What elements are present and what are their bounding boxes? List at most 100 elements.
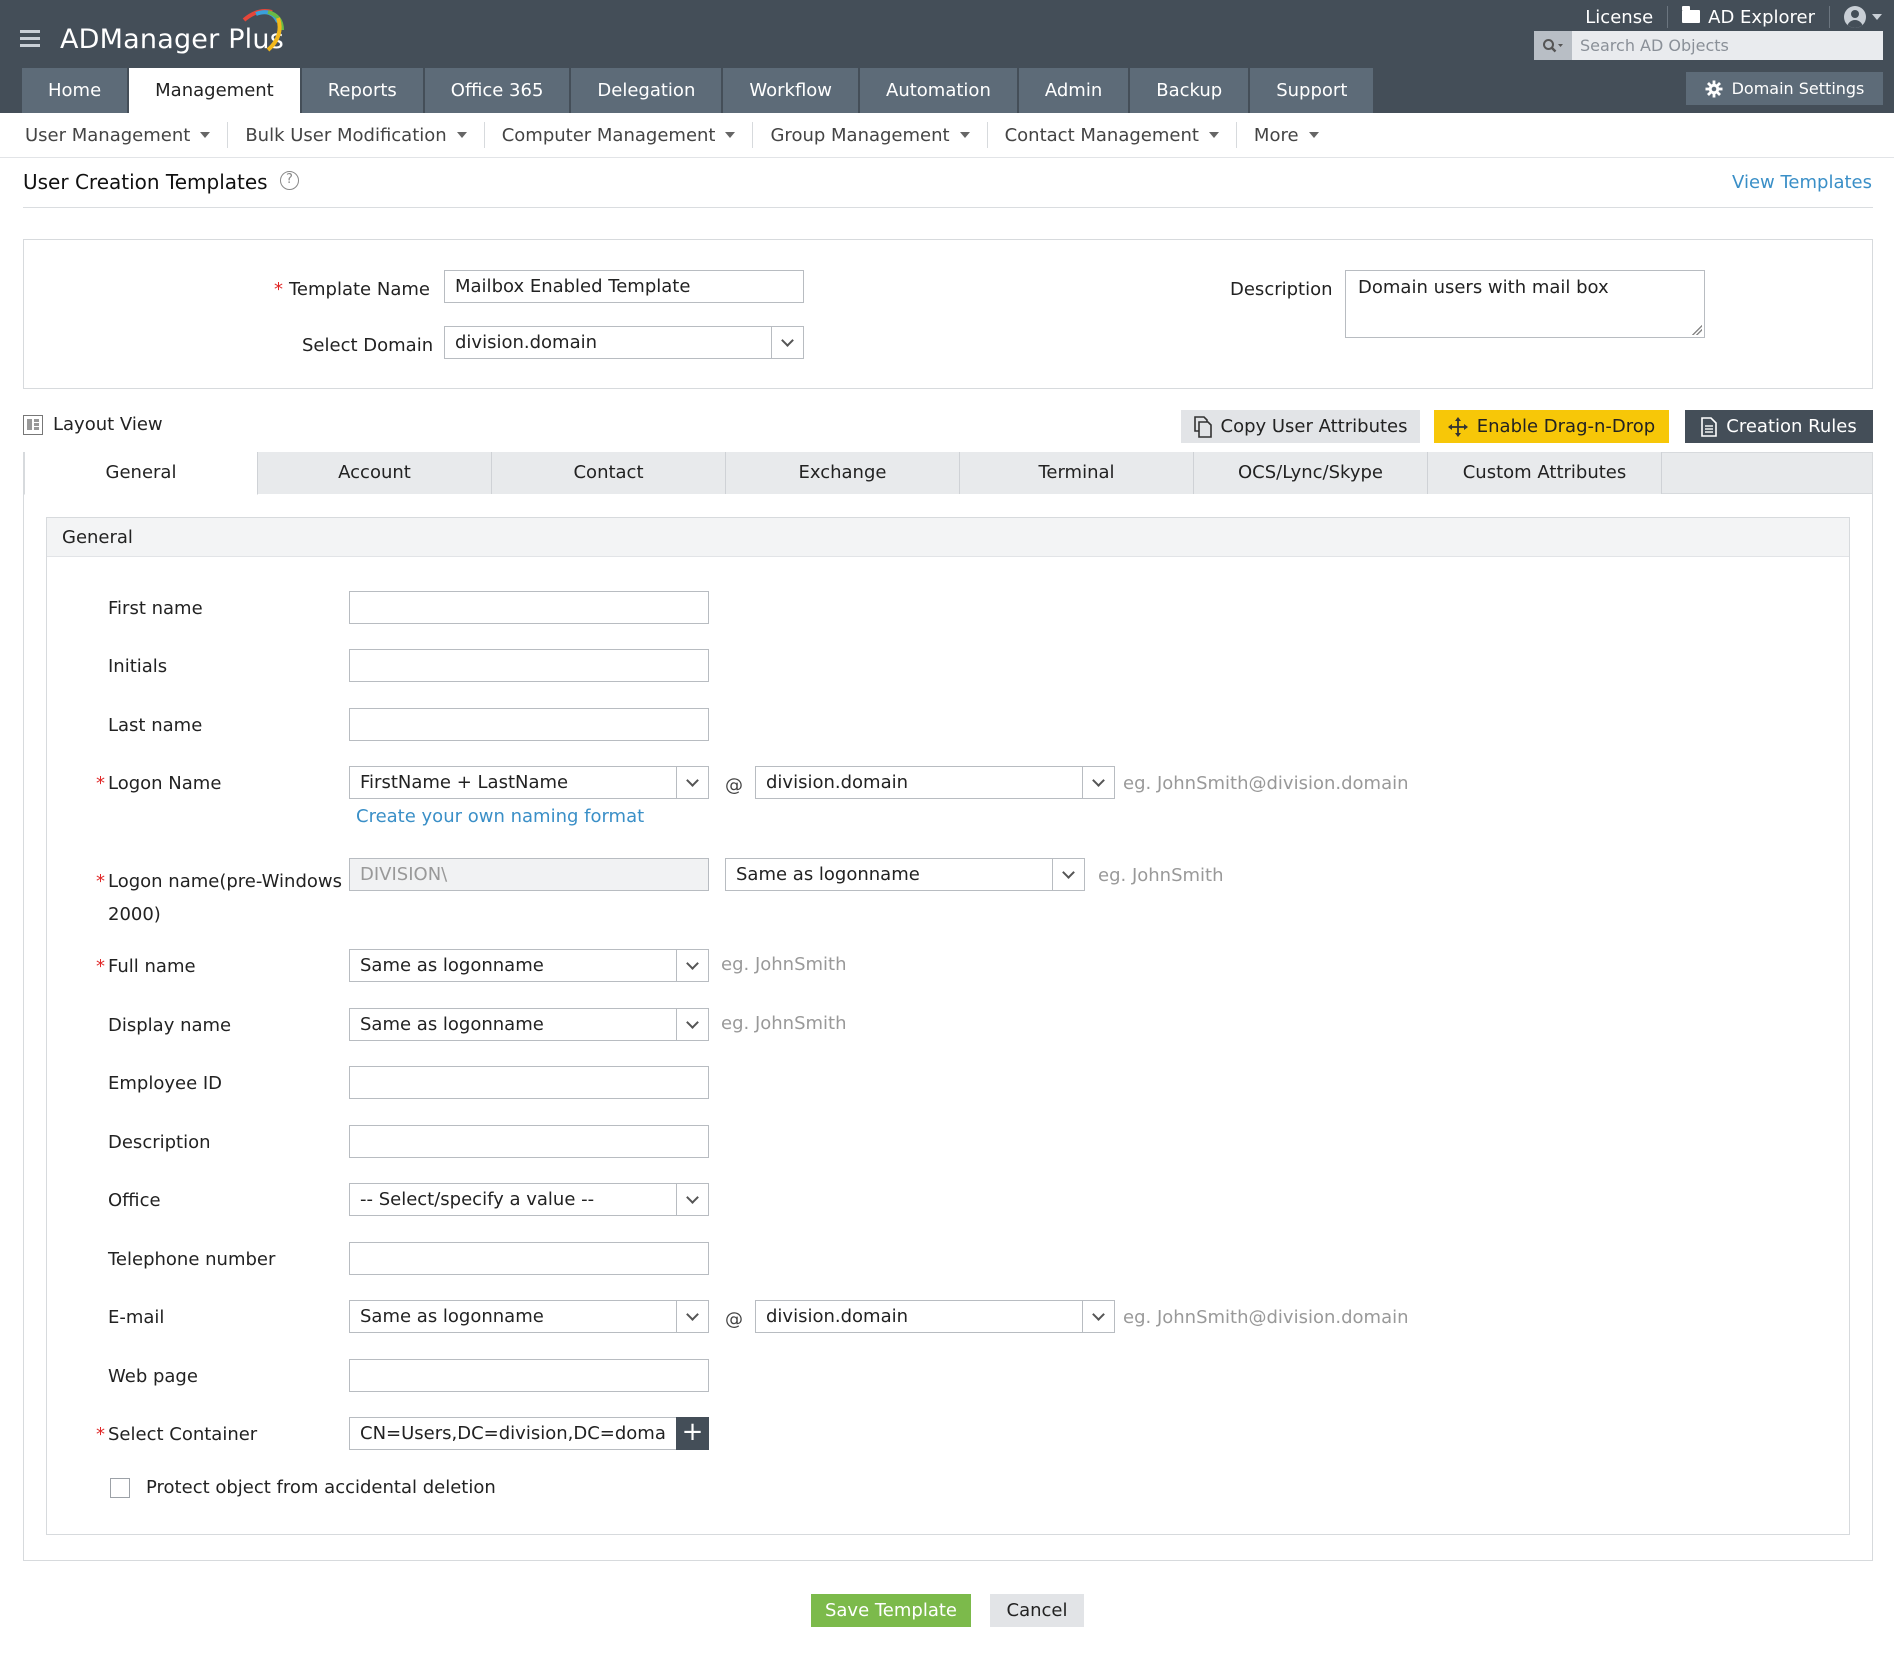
document-icon (1701, 416, 1718, 437)
initials-input[interactable] (349, 649, 709, 682)
required-mark: * (96, 871, 105, 892)
chevron-down-icon[interactable] (676, 1009, 708, 1040)
required-mark: * (274, 279, 283, 300)
attribute-tabs: General Account Contact Exchange Termina… (23, 452, 1873, 495)
tab-custom-attributes[interactable]: Custom Attributes (1428, 452, 1662, 494)
description-value: Domain users with mail box (1358, 277, 1609, 298)
nav-tab-admin[interactable]: Admin (1018, 68, 1129, 113)
enable-drag-n-drop-button[interactable]: Enable Drag-n-Drop (1434, 410, 1669, 443)
first-name-input[interactable] (349, 591, 709, 624)
user-menu[interactable] (1830, 6, 1894, 28)
pre-windows-label-line1: Logon name(pre-Windows (108, 871, 342, 892)
search-button[interactable] (1534, 31, 1572, 60)
pre-windows-format-dropdown[interactable]: Same as logonname (725, 858, 1085, 891)
nav-tab-workflow[interactable]: Workflow (723, 68, 859, 113)
employee-id-input[interactable] (349, 1066, 709, 1099)
cancel-button[interactable]: Cancel (990, 1594, 1084, 1627)
main-nav: Home Management Reports Office 365 Deleg… (22, 68, 1375, 113)
required-mark: * (96, 1424, 105, 1445)
tab-account[interactable]: Account (258, 452, 492, 494)
chevron-down-icon[interactable] (676, 1184, 708, 1215)
subnav-label: Group Management (770, 124, 950, 146)
folder-icon (1682, 5, 1701, 23)
layout-view-toggle[interactable]: Layout View (23, 414, 163, 435)
telephone-input[interactable] (349, 1242, 709, 1275)
chevron-down-icon[interactable] (1082, 1301, 1114, 1332)
logon-domain-dropdown[interactable]: division.domain (755, 766, 1115, 799)
last-name-input[interactable] (349, 708, 709, 741)
tab-contact[interactable]: Contact (492, 452, 726, 494)
select-container-input[interactable] (349, 1417, 677, 1450)
top-links: License AD Explorer (1571, 4, 1894, 30)
search-box (1534, 31, 1883, 60)
protect-object-checkbox[interactable] (110, 1478, 130, 1498)
subnav-label: User Management (25, 124, 191, 146)
ad-explorer-link[interactable]: AD Explorer (1668, 5, 1830, 28)
chevron-down-icon[interactable] (676, 1301, 708, 1332)
move-icon (1447, 416, 1468, 437)
select-domain-dropdown[interactable]: division.domain (444, 326, 804, 359)
nav-tab-delegation[interactable]: Delegation (571, 68, 722, 113)
nav-tab-office365[interactable]: Office 365 (424, 68, 570, 113)
nav-tab-backup[interactable]: Backup (1130, 68, 1249, 113)
page-title: User Creation Templates (23, 170, 268, 194)
full-name-dropdown[interactable]: Same as logonname (349, 949, 709, 982)
caret-down-icon (1208, 132, 1219, 138)
subnav-more[interactable]: More (1237, 122, 1336, 148)
full-name-label: * Full name (96, 956, 196, 977)
email-domain-dropdown[interactable]: division.domain (755, 1300, 1115, 1333)
app-header: ADManager Plus License AD Explorer Home … (0, 0, 1894, 113)
subnav-computer-management[interactable]: Computer Management (485, 122, 754, 148)
chevron-down-icon[interactable] (1052, 859, 1084, 890)
tab-terminal[interactable]: Terminal (960, 452, 1194, 494)
license-link[interactable]: License (1571, 6, 1669, 28)
telephone-label: Telephone number (108, 1249, 276, 1270)
logon-name-format-dropdown[interactable]: FirstName + LastName (349, 766, 709, 799)
view-templates-link[interactable]: View Templates (1732, 172, 1872, 193)
copy-user-attributes-button[interactable]: Copy User Attributes (1181, 410, 1420, 443)
plus-icon[interactable]: + (676, 1417, 709, 1450)
user-icon (1844, 6, 1866, 28)
template-name-input[interactable] (444, 270, 804, 303)
subnav-group-management[interactable]: Group Management (753, 122, 988, 148)
hamburger-icon[interactable] (20, 30, 40, 48)
nav-tab-support[interactable]: Support (1250, 68, 1374, 113)
office-dropdown[interactable]: -- Select/specify a value -- (349, 1183, 709, 1216)
email-format-dropdown[interactable]: Same as logonname (349, 1300, 709, 1333)
resize-grip-icon[interactable] (1692, 325, 1702, 335)
web-page-input[interactable] (349, 1359, 709, 1392)
nav-tab-management[interactable]: Management (129, 68, 300, 113)
chevron-down-icon[interactable] (676, 950, 708, 981)
save-template-button[interactable]: Save Template (811, 1594, 971, 1627)
subnav-bulk-user-modification[interactable]: Bulk User Modification (228, 122, 485, 148)
full-name-value: Same as logonname (360, 955, 544, 976)
tab-exchange[interactable]: Exchange (726, 452, 960, 494)
display-name-value: Same as logonname (360, 1014, 544, 1035)
general-panel: General (46, 517, 1850, 1535)
search-input[interactable] (1572, 31, 1883, 60)
domain-settings-button[interactable]: Domain Settings (1686, 72, 1883, 105)
tab-general[interactable]: General (24, 452, 258, 495)
select-domain-label: Select Domain (302, 335, 434, 356)
pre-windows-prefix-input (349, 858, 709, 891)
nav-tab-reports[interactable]: Reports (301, 68, 423, 113)
display-name-hint: eg. JohnSmith (721, 1013, 847, 1034)
subnav-contact-management[interactable]: Contact Management (988, 122, 1237, 148)
full-name-label-text: Full name (108, 956, 196, 977)
nav-tab-automation[interactable]: Automation (860, 68, 1017, 113)
chevron-down-icon[interactable] (1082, 767, 1114, 798)
last-name-label: Last name (108, 715, 203, 736)
display-name-dropdown[interactable]: Same as logonname (349, 1008, 709, 1041)
description-textarea[interactable]: Domain users with mail box (1345, 270, 1705, 338)
tab-ocs-lync-skype[interactable]: OCS/Lync/Skype (1194, 452, 1428, 494)
create-naming-format-link[interactable]: Create your own naming format (356, 806, 644, 827)
subnav-user-management[interactable]: User Management (8, 122, 229, 148)
description-input[interactable] (349, 1125, 709, 1158)
chevron-down-icon[interactable] (676, 767, 708, 798)
enable-drag-n-drop-label: Enable Drag-n-Drop (1476, 416, 1656, 437)
search-icon (1543, 38, 1563, 52)
creation-rules-button[interactable]: Creation Rules (1685, 410, 1873, 443)
help-icon[interactable]: ? (280, 171, 299, 190)
nav-tab-home[interactable]: Home (22, 68, 128, 113)
chevron-down-icon[interactable] (771, 327, 803, 358)
